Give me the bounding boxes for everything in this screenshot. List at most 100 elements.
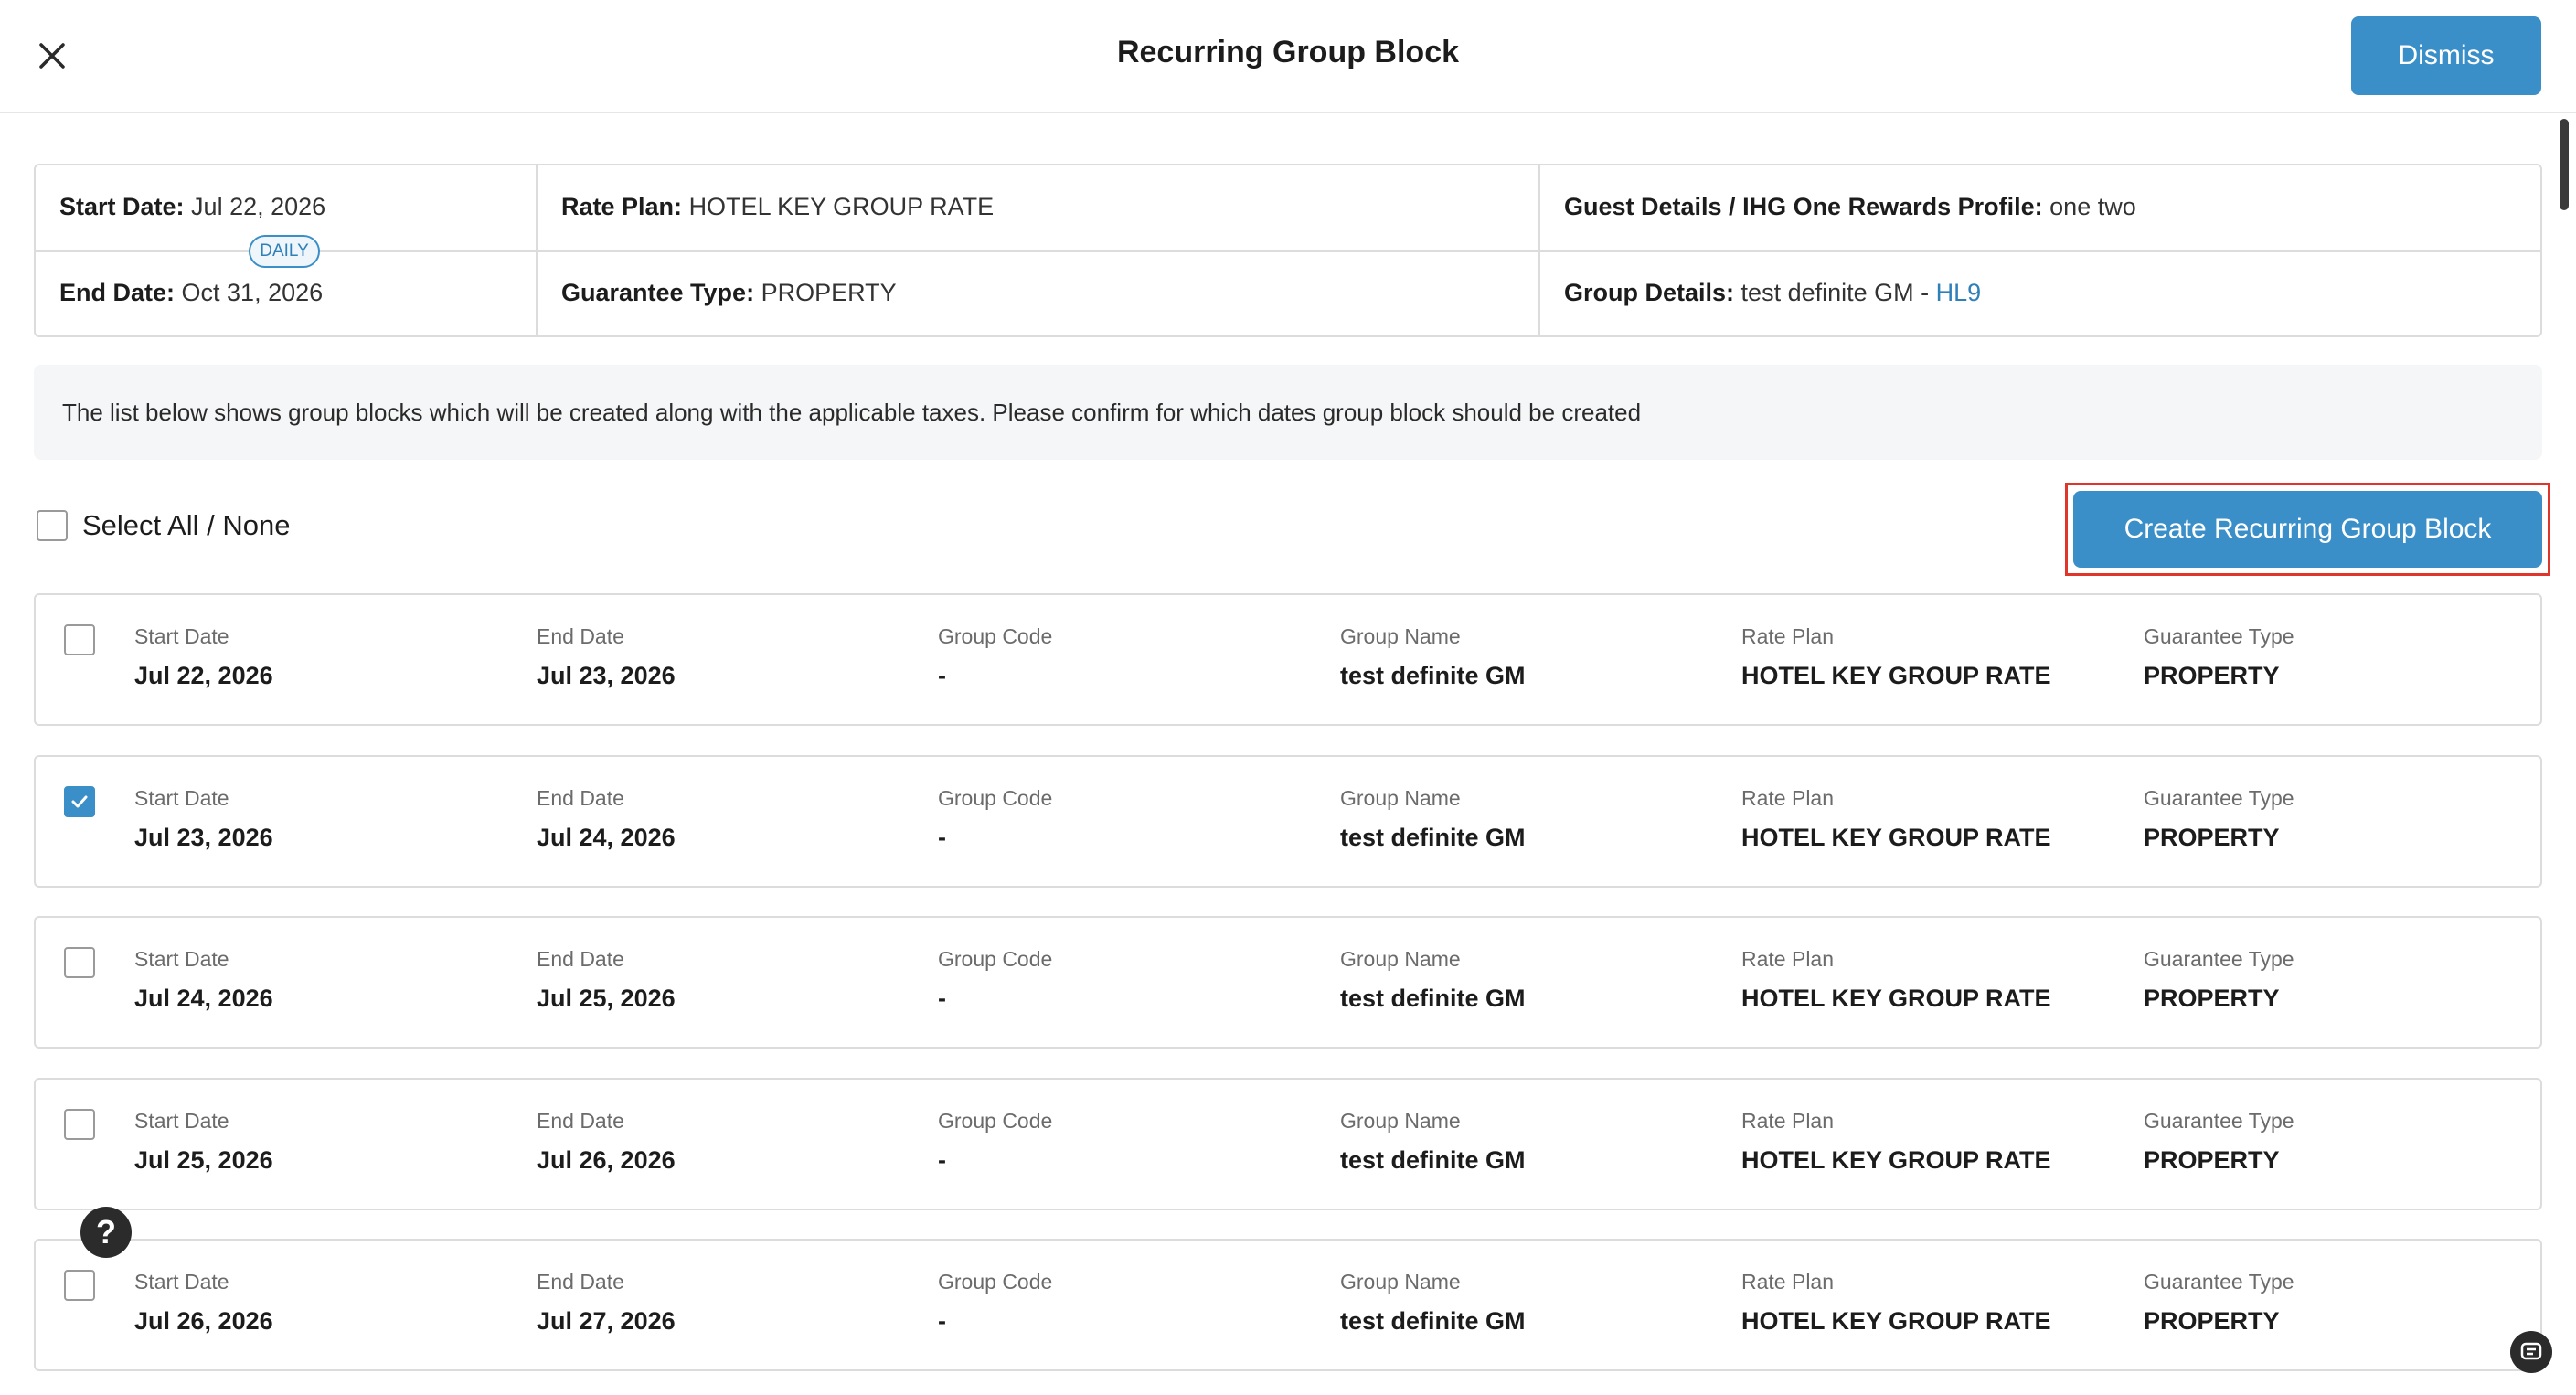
rate-plan-label: Rate Plan: [561, 193, 683, 220]
field-label: Group Code [938, 785, 1053, 810]
select-all-checkbox[interactable] [37, 510, 68, 541]
field-label: Start Date [134, 1270, 229, 1294]
guest-details-value: one two [2049, 193, 2136, 220]
field-label: Start Date [134, 624, 229, 648]
field-label: End Date [537, 947, 624, 971]
row-field-group-code: Group Code - [938, 947, 1052, 1013]
field-label: Rate Plan [1741, 947, 1835, 971]
field-value: test definite GM [1340, 985, 1526, 1012]
group-details-link[interactable]: HL9 [1936, 279, 1982, 306]
frequency-badge: DAILY [249, 235, 320, 268]
field-value: PROPERTY [2144, 662, 2280, 689]
rate-plan-value: HOTEL KEY GROUP RATE [688, 193, 995, 220]
field-label: Group Name [1340, 1108, 1461, 1133]
field-label: End Date [537, 1108, 624, 1133]
chat-icon[interactable] [2510, 1331, 2552, 1373]
field-label: Group Code [938, 1108, 1053, 1133]
row-field-end-date: End Date Jul 27, 2026 [537, 1270, 676, 1336]
field-label: Group Name [1340, 947, 1461, 971]
summary-start-date: Start Date: Jul 22, 2026 [59, 193, 325, 221]
field-label: Start Date [134, 785, 229, 810]
field-label: End Date [537, 624, 624, 648]
field-value: Jul 22, 2026 [134, 662, 273, 689]
list-item: Start Date Jul 24, 2026 End Date Jul 25, 20… [34, 916, 2542, 1049]
field-value: - [938, 1145, 946, 1174]
field-label: Guarantee Type [2144, 1270, 2294, 1294]
field-value: Jul 24, 2026 [537, 823, 676, 851]
row-field-group-name: Group Name test definite GM [1340, 624, 1526, 690]
field-label: Group Code [938, 1270, 1053, 1294]
dismiss-button[interactable]: Dismiss [2351, 16, 2541, 95]
list-item: Start Date Jul 25, 2026 End Date Jul 26, 20… [34, 1077, 2542, 1210]
field-value: HOTEL KEY GROUP RATE [1741, 1145, 2051, 1174]
summary-end-date: End Date: Oct 31, 2026 [59, 279, 323, 307]
row-field-group-code: Group Code - [938, 1109, 1052, 1175]
row-field-rate-plan: Rate Plan HOTEL KEY GROUP RATE [1741, 624, 2051, 690]
field-value: Jul 25, 2026 [537, 985, 676, 1012]
row-field-guarantee-type: Guarantee Type PROPERTY [2144, 624, 2294, 690]
field-value: Jul 23, 2026 [537, 662, 676, 689]
field-value: HOTEL KEY GROUP RATE [1741, 985, 2051, 1012]
field-value: test definite GM [1340, 1145, 1526, 1174]
row-field-group-code: Group Code - [938, 786, 1052, 852]
row-field-rate-plan: Rate Plan HOTEL KEY GROUP RATE [1741, 947, 2051, 1013]
field-label: Rate Plan [1741, 624, 1835, 648]
field-value: PROPERTY [2144, 1307, 2280, 1335]
field-value: test definite GM [1340, 662, 1526, 689]
field-value: HOTEL KEY GROUP RATE [1741, 823, 2051, 851]
field-value: Jul 26, 2026 [537, 1145, 676, 1174]
guarantee-type-label: Guarantee Type: [561, 279, 755, 306]
divider [1538, 165, 1540, 335]
info-message: The list below shows group blocks which … [34, 365, 2542, 460]
group-details-value: test definite GM - [1740, 279, 1936, 306]
field-label: Group Name [1340, 624, 1461, 648]
list-item: Start Date Jul 22, 2026 End Date Jul 23, 20… [34, 593, 2542, 726]
divider [36, 250, 2540, 252]
row-field-guarantee-type: Guarantee Type PROPERTY [2144, 1109, 2294, 1175]
field-label: Rate Plan [1741, 1270, 1835, 1294]
field-label: Start Date [134, 1108, 229, 1133]
scrollbar[interactable] [2560, 119, 2569, 210]
field-value: PROPERTY [2144, 823, 2280, 851]
row-field-guarantee-type: Guarantee Type PROPERTY [2144, 786, 2294, 852]
row-checkbox[interactable] [64, 1270, 95, 1301]
field-value: - [938, 662, 946, 689]
field-label: Group Name [1340, 785, 1461, 810]
guest-details-label: Guest Details / IHG One Rewards Profile: [1564, 193, 2043, 220]
row-field-guarantee-type: Guarantee Type PROPERTY [2144, 1270, 2294, 1336]
row-field-group-code: Group Code - [938, 1270, 1052, 1336]
field-label: Guarantee Type [2144, 624, 2294, 648]
row-checkbox[interactable] [64, 1108, 95, 1140]
field-label: Group Name [1340, 1270, 1461, 1294]
field-value: Jul 24, 2026 [134, 985, 273, 1012]
list-item: Start Date Jul 23, 2026 End Date Jul 24, 20… [34, 754, 2542, 888]
divider [536, 165, 538, 335]
group-details-label: Group Details: [1564, 279, 1735, 306]
start-date-value: Jul 22, 2026 [191, 193, 326, 220]
row-field-rate-plan: Rate Plan HOTEL KEY GROUP RATE [1741, 786, 2051, 852]
select-all-toggle[interactable]: Select All / None [37, 509, 290, 542]
row-checkbox[interactable] [64, 947, 95, 978]
row-field-start-date: Start Date Jul 24, 2026 [134, 947, 273, 1013]
row-field-group-code: Group Code - [938, 624, 1052, 690]
help-button[interactable]: ? [80, 1207, 132, 1258]
field-label: Guarantee Type [2144, 947, 2294, 971]
summary-panel: Start Date: Jul 22, 2026 DAILY End Date:… [34, 164, 2542, 337]
summary-guest-details: Guest Details / IHG One Rewards Profile:… [1564, 193, 2136, 221]
end-date-value: Oct 31, 2026 [181, 279, 324, 306]
field-value: test definite GM [1340, 823, 1526, 851]
row-field-end-date: End Date Jul 26, 2026 [537, 1109, 676, 1175]
field-value: Jul 27, 2026 [537, 1307, 676, 1335]
checkmark-icon [71, 795, 88, 807]
row-field-group-name: Group Name test definite GM [1340, 1109, 1526, 1175]
row-field-group-name: Group Name test definite GM [1340, 947, 1526, 1013]
row-checkbox[interactable] [64, 785, 95, 817]
summary-guarantee-type: Guarantee Type: PROPERTY [561, 279, 897, 307]
row-checkbox[interactable] [64, 624, 95, 655]
row-field-end-date: End Date Jul 23, 2026 [537, 624, 676, 690]
create-recurring-group-block-button[interactable]: Create Recurring Group Block [2073, 491, 2542, 568]
field-value: Jul 26, 2026 [134, 1307, 273, 1335]
field-label: Start Date [134, 947, 229, 971]
field-label: Guarantee Type [2144, 785, 2294, 810]
end-date-label: End Date: [59, 279, 176, 306]
